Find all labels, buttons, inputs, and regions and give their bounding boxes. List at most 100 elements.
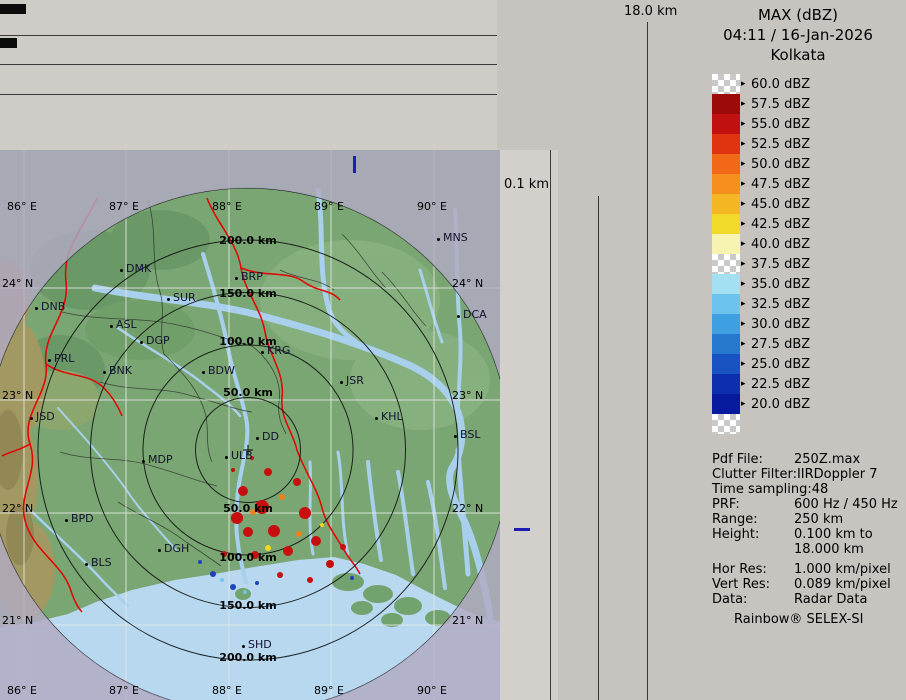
station-dot-icon — [140, 341, 143, 344]
height-gridline — [0, 64, 497, 65]
legend-swatch — [712, 334, 740, 354]
legend-swatch — [712, 114, 740, 134]
software-brand: Rainbow® SELEX-SI — [734, 612, 864, 627]
legend-label: 20.0 dBZ — [751, 397, 810, 412]
info-row: Pdf File:250Z.max — [712, 452, 902, 467]
station-code: SHD — [248, 638, 272, 651]
station-code: MNS — [443, 231, 468, 244]
legend-row: ▸25.0 dBZ — [712, 354, 810, 374]
legend-arrow-icon: ▸ — [741, 194, 750, 214]
station-code: SUR — [173, 291, 196, 304]
station-name: Kolkata — [690, 45, 906, 65]
legend-label: 55.0 dBZ — [751, 117, 810, 132]
lon-label: 86° E — [7, 684, 37, 697]
legend-row — [712, 414, 810, 434]
legend-swatch — [712, 294, 740, 314]
legend-row: ▸52.5 dBZ — [712, 134, 810, 154]
height-gridline — [598, 196, 599, 700]
station-dot-icon — [261, 351, 264, 354]
range-ring-label: 50.0 km — [223, 502, 273, 515]
station-dot-icon — [85, 563, 88, 566]
station-dot-icon — [103, 371, 106, 374]
map-panel: 86° E 87° E 88° E 89° E 90° E 86° E 87° … — [0, 150, 500, 700]
legend-row: ▸22.5 dBZ — [712, 374, 810, 394]
station-dot-icon — [225, 456, 228, 459]
legend-row: ▸35.0 dBZ — [712, 274, 810, 294]
info-row: Range:250 km — [712, 512, 902, 527]
legend-row: ▸57.5 dBZ — [712, 94, 810, 114]
station-dot-icon — [142, 460, 145, 463]
info-value: 18.000 km — [794, 542, 864, 557]
legend-swatch — [712, 94, 740, 114]
legend-arrow-icon: ▸ — [741, 254, 750, 274]
info-label — [712, 542, 794, 557]
info-row: Time sampling:48 — [712, 482, 902, 497]
station-code: PRL — [54, 352, 74, 365]
range-ring-label: 100.0 km — [219, 551, 276, 564]
station-dot-icon — [167, 298, 170, 301]
range-ring-label: 200.0 km — [219, 651, 276, 664]
info-row: Vert Res:0.089 km/pixel — [712, 577, 902, 592]
station-dot-icon — [120, 269, 123, 272]
station-code: KHL — [381, 410, 403, 423]
info-value: 250Z.max — [794, 452, 860, 467]
info-label: Range: — [712, 512, 794, 527]
projection-echo-mark — [353, 156, 356, 173]
info-row: Hor Res:1.000 km/pixel — [712, 562, 902, 577]
info-label: Vert Res: — [712, 577, 794, 592]
legend-row: ▸60.0 dBZ — [712, 74, 810, 94]
station-code: BLS — [91, 556, 112, 569]
station-dot-icon — [30, 417, 33, 420]
info-row: 18.000 km — [712, 542, 902, 557]
lon-label: 86° E — [7, 200, 37, 213]
legend-swatch — [712, 214, 740, 234]
legend-arrow-icon: ▸ — [741, 174, 750, 194]
legend-label: 22.5 dBZ — [751, 377, 810, 392]
projection-echo-mark — [514, 528, 530, 531]
legend-row: ▸37.5 dBZ — [712, 254, 810, 274]
info-value: 0.089 km/pixel — [794, 577, 891, 592]
legend-arrow-icon: ▸ — [741, 314, 750, 334]
height-axis-min-label: 0.1 km — [504, 177, 549, 192]
legend-arrow-icon: ▸ — [741, 94, 750, 114]
legend-arrow-icon: ▸ — [741, 394, 750, 414]
station-code: KRG — [267, 344, 290, 357]
lat-label: 24° N — [2, 277, 33, 290]
range-ring-label: 50.0 km — [223, 386, 273, 399]
height-gridline — [550, 150, 551, 700]
info-value: IIRDoppler 7 — [797, 467, 878, 482]
info-row: PRF:600 Hz / 450 Hz — [712, 497, 902, 512]
legend-label: 27.5 dBZ — [751, 337, 810, 352]
station-dot-icon — [454, 435, 457, 438]
legend-row: ▸50.0 dBZ — [712, 154, 810, 174]
station-dot-icon — [48, 359, 51, 362]
height-gridline — [0, 94, 497, 95]
info-row: Clutter Filter:IIRDoppler 7 — [712, 467, 902, 482]
legend-label: 52.5 dBZ — [751, 137, 810, 152]
legend-row: ▸30.0 dBZ — [712, 314, 810, 334]
lon-label: 87° E — [109, 200, 139, 213]
legend-swatch — [712, 274, 740, 294]
lat-label: 23° N — [2, 389, 33, 402]
legend-arrow-icon: ▸ — [741, 114, 750, 134]
lat-label: 24° N — [452, 277, 483, 290]
legend-label: 45.0 dBZ — [751, 197, 810, 212]
legend-swatch — [712, 374, 740, 394]
station-dot-icon — [35, 307, 38, 310]
lat-label: 22° N — [2, 502, 33, 515]
lat-label: 21° N — [452, 614, 483, 627]
lon-label: 89° E — [314, 200, 344, 213]
station-dot-icon — [110, 325, 113, 328]
station-code: DD — [262, 430, 279, 443]
info-value: 0.100 km to — [794, 527, 873, 542]
clipped-axis-label — [0, 38, 17, 48]
color-scale: ▸60.0 dBZ ▸57.5 dBZ ▸55.0 dBZ ▸52.5 dBZ … — [712, 74, 810, 434]
station-dot-icon — [256, 437, 259, 440]
legend-arrow-icon: ▸ — [741, 214, 750, 234]
legend-label: 37.5 dBZ — [751, 257, 810, 272]
legend-label: 50.0 dBZ — [751, 157, 810, 172]
station-code: DCA — [463, 308, 487, 321]
legend-arrow-icon: ▸ — [741, 234, 750, 254]
info-label: Time sampling: — [712, 482, 812, 497]
info-row: Data:Radar Data — [712, 592, 902, 607]
